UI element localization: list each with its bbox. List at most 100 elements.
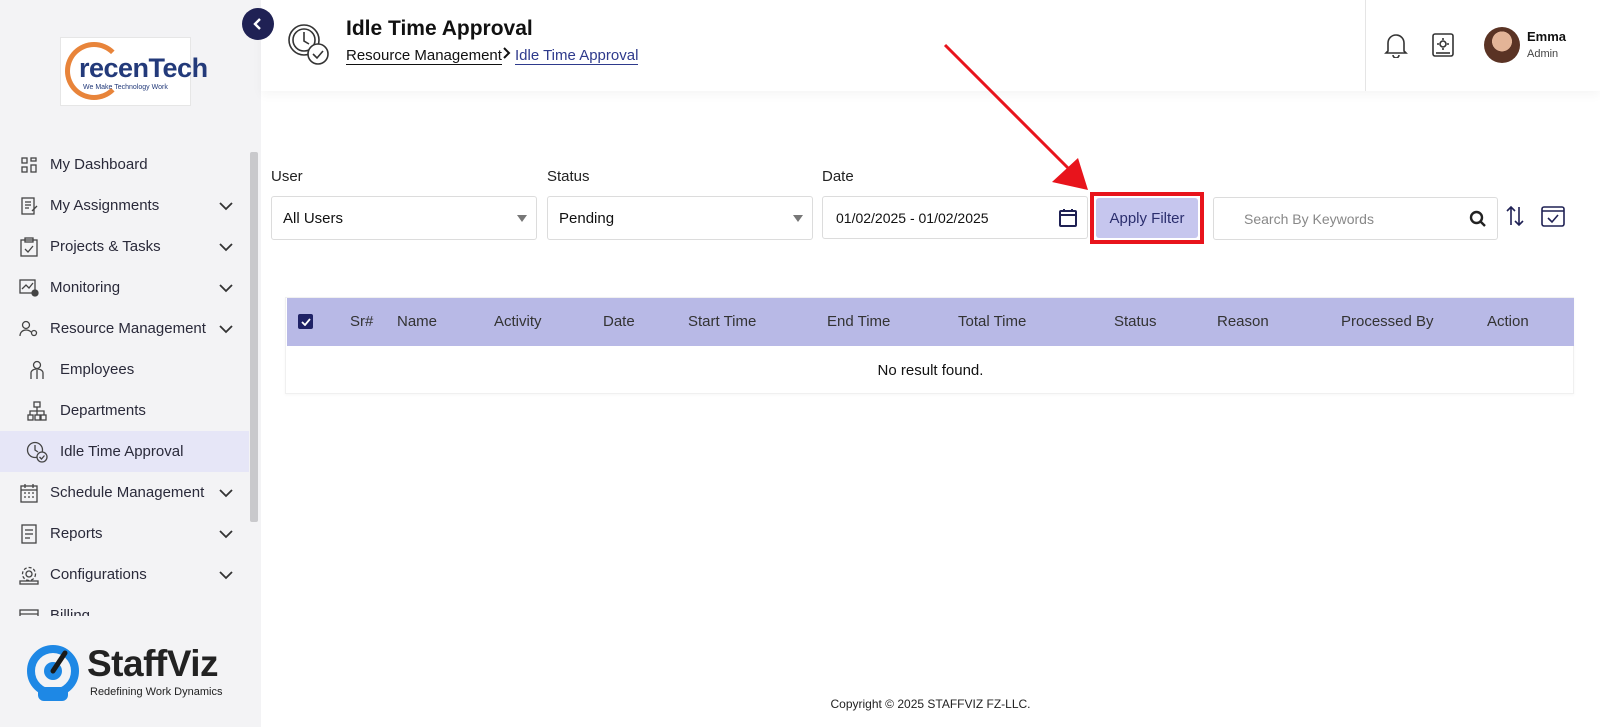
sidebar-item-label: Resource Management [50, 320, 206, 337]
settings-icon[interactable] [1432, 33, 1454, 62]
brand-name: StaffViz [87, 643, 219, 684]
export-check-icon[interactable] [1541, 204, 1565, 233]
search-input[interactable]: Search By Keywords [1213, 197, 1498, 240]
clock-check-icon [26, 441, 48, 463]
user-filter-label: User [271, 168, 303, 185]
brand-tagline: Redefining Work Dynamics [90, 686, 223, 698]
sidebar-item-label: Billing [50, 607, 91, 616]
breadcrumb-idle-time-approval[interactable]: Idle Time Approval [515, 47, 639, 65]
column-header-action[interactable]: Action [1487, 313, 1529, 330]
chevron-down-icon [219, 526, 233, 543]
apply-filter-button[interactable]: Apply Filter [1096, 198, 1198, 238]
page-title: Idle Time Approval [346, 17, 533, 40]
employee-icon [26, 359, 48, 381]
breadcrumb-resource-management[interactable]: Resource Management [346, 47, 502, 65]
config-icon [18, 564, 40, 586]
column-header-status[interactable]: Status [1114, 313, 1157, 330]
chevron-down-icon [219, 485, 233, 502]
sidebar-item-label: My Dashboard [50, 156, 148, 173]
staffviz-logo: StaffViz Redefining Work Dynamics [24, 643, 244, 703]
caret-down-icon [793, 215, 803, 222]
sidebar-item-label: Configurations [50, 566, 147, 583]
monitoring-icon [18, 277, 40, 299]
users-gear-icon [18, 318, 40, 340]
chevron-down-icon [219, 198, 233, 215]
sidebar-item-configurations[interactable]: Configurations [0, 554, 249, 595]
calendar-icon[interactable] [1059, 208, 1077, 230]
sidebar-item-label: Employees [60, 361, 135, 378]
sidebar-item-reports[interactable]: Reports [0, 513, 249, 554]
checkmark-icon [300, 317, 311, 326]
footer-copyright: Copyright © 2025 STAFFVIZ FZ-LLC. [830, 697, 1031, 711]
logo-brand: recenTech [79, 53, 208, 83]
user-role: Admin [1527, 48, 1559, 60]
date-filter-label: Date [822, 168, 854, 185]
sidebar-scrollbar[interactable] [250, 152, 258, 522]
sidebar-item-billing[interactable]: Billing [0, 595, 249, 616]
column-header-processed-by[interactable]: Processed By [1341, 313, 1434, 330]
chevron-down-icon [219, 280, 233, 297]
billing-icon [18, 605, 40, 616]
staffviz-mark-icon [27, 645, 79, 701]
status-select-value: Pending [559, 209, 615, 227]
sidebar-item-label: Monitoring [50, 279, 121, 296]
apply-filter-highlight: Apply Filter [1090, 192, 1204, 244]
column-header-sr[interactable]: Sr# [350, 313, 373, 330]
date-range-value: 01/02/2025 - 01/02/2025 [836, 209, 989, 226]
column-header-end-time[interactable]: End Time [827, 313, 890, 330]
sidebar: recenTech We Make Technology Work My Das… [0, 0, 261, 727]
avatar[interactable] [1484, 27, 1520, 63]
sidebar-collapse-button[interactable] [242, 8, 274, 40]
sidebar-item-monitoring[interactable]: Monitoring [0, 267, 249, 308]
sidebar-item-label: Departments [60, 402, 146, 419]
caret-down-icon [517, 215, 527, 222]
user-select[interactable]: All Users [271, 196, 537, 240]
date-range-input[interactable]: 01/02/2025 - 01/02/2025 [822, 196, 1088, 239]
sort-icon[interactable] [1506, 205, 1524, 232]
sidebar-item-projects-tasks[interactable]: Projects & Tasks [0, 226, 249, 267]
sidebar-item-resource-management[interactable]: Resource Management [0, 308, 249, 349]
chevron-down-icon [219, 567, 233, 584]
header-divider [1365, 0, 1366, 91]
sidebar-item-schedule-management[interactable]: Schedule Management [0, 472, 249, 513]
bell-icon[interactable] [1384, 32, 1408, 63]
select-all-checkbox[interactable] [298, 314, 313, 329]
status-filter-label: Status [547, 168, 590, 185]
search-placeholder: Search By Keywords [1244, 210, 1374, 227]
sidebar-item-label: Schedule Management [50, 484, 205, 501]
sidebar-item-label: Idle Time Approval [60, 443, 184, 460]
sidebar-item-employees[interactable]: Employees [0, 349, 249, 390]
search-icon[interactable] [1469, 210, 1487, 231]
column-header-start-time[interactable]: Start Time [688, 313, 756, 330]
sidebar-item-label: My Assignments [50, 197, 160, 214]
column-header-total-time[interactable]: Total Time [958, 313, 1026, 330]
chevron-down-icon [219, 321, 233, 338]
table-header-row: Sr# Name Activity Date Start Time End Ti… [287, 298, 1574, 346]
column-header-reason[interactable]: Reason [1217, 313, 1269, 330]
idle-time-page-icon [286, 22, 332, 73]
column-header-activity[interactable]: Activity [494, 313, 542, 330]
sidebar-item-my-dashboard[interactable]: My Dashboard [0, 144, 249, 185]
column-header-date[interactable]: Date [603, 313, 635, 330]
sidebar-item-label: Reports [50, 525, 103, 542]
status-select[interactable]: Pending [547, 196, 813, 240]
sidebar-item-departments[interactable]: Departments [0, 390, 249, 431]
chevron-down-icon [219, 239, 233, 256]
column-header-name[interactable]: Name [397, 313, 437, 330]
report-icon [18, 523, 40, 545]
assignments-icon [18, 195, 40, 217]
user-select-value: All Users [283, 209, 344, 227]
chevron-left-icon [253, 18, 261, 30]
sidebar-item-idle-time-approval[interactable]: Idle Time Approval [0, 431, 249, 472]
empty-state-message: No result found. [877, 362, 984, 379]
sidebar-nav: My Dashboard My Assignments Projects & T… [0, 144, 249, 616]
user-name: Emma [1527, 29, 1567, 44]
org-chart-icon [26, 400, 48, 422]
clipboard-check-icon [18, 236, 40, 258]
sidebar-item-my-assignments[interactable]: My Assignments [0, 185, 249, 226]
sidebar-item-label: Projects & Tasks [50, 238, 161, 255]
breadcrumb-separator-icon [502, 46, 512, 64]
company-logo: recenTech We Make Technology Work [60, 37, 208, 106]
red-arrow-annotation [943, 43, 1088, 190]
calendar-icon [18, 482, 40, 504]
